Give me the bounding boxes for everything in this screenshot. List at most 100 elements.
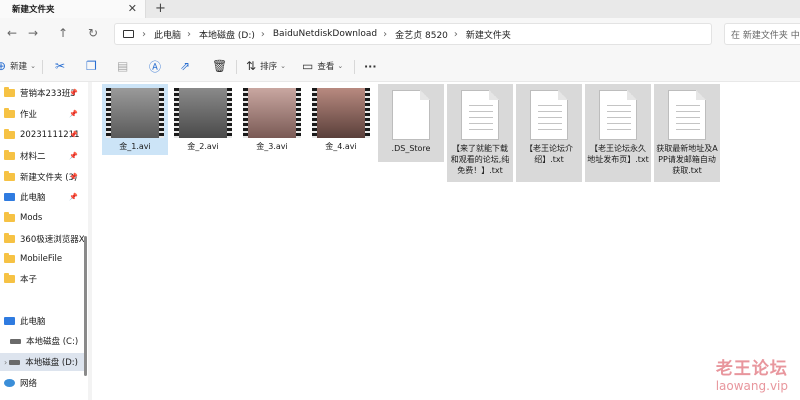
folder-icon	[4, 253, 15, 263]
monitor-icon	[4, 193, 15, 201]
trash-icon: 🗑	[212, 59, 228, 73]
monitor-icon	[123, 30, 134, 38]
search-input[interactable]: 在 新建文件夹 中	[724, 23, 800, 45]
monitor-icon	[4, 317, 15, 325]
divider	[236, 60, 237, 74]
sidebar-scrollbar[interactable]	[84, 236, 87, 376]
folder-icon	[4, 129, 15, 139]
search-placeholder: 在 新建文件夹 中	[731, 30, 800, 41]
sidebar-item-label: 此电脑	[20, 317, 46, 327]
copy-button[interactable]: ❐	[86, 57, 97, 75]
file-name: 金_4.avi	[325, 142, 357, 151]
file-item[interactable]: .DS_Store	[378, 84, 444, 162]
file-name: 【老王论坛介绍】.txt	[525, 144, 573, 164]
chevron-down-icon: ⌄	[280, 62, 286, 70]
file-name: 金_3.avi	[256, 142, 288, 151]
file-item[interactable]: 【来了就能下载和观看的论坛,纯免费！】.txt	[447, 84, 513, 182]
sidebar-item[interactable]: 此电脑	[0, 312, 84, 330]
drive-icon	[9, 359, 21, 365]
folder-icon	[4, 150, 15, 160]
breadcrumb-item[interactable]: 本地磁盘 (D:)	[199, 28, 255, 41]
sidebar-item[interactable]: 本地磁盘 (C:)	[0, 332, 84, 350]
sidebar-item[interactable]: 网络	[0, 374, 84, 392]
sidebar-item[interactable]: 360极速浏览器X	[0, 230, 84, 248]
sort-icon: ⇅	[246, 59, 257, 73]
file-item[interactable]: 金_2.avi	[170, 84, 236, 155]
file-item[interactable]: 金_4.avi	[308, 84, 374, 155]
sidebar-item-label: 本地磁盘 (C:)	[26, 337, 79, 347]
text-file-icon	[599, 90, 637, 140]
file-item[interactable]: 【老王论坛永久地址发布页】.txt	[585, 84, 651, 182]
pin-icon: 📌	[69, 131, 78, 139]
cut-button[interactable]: ✂	[55, 57, 65, 75]
address-bar[interactable]: › 此电脑 › 本地磁盘 (D:) › BaiduNetdiskDownload…	[114, 23, 712, 45]
paste-icon: ▤	[117, 59, 129, 73]
new-button[interactable]: ⊕ 新建 ⌄	[0, 57, 36, 75]
folder-icon	[4, 87, 15, 97]
sidebar-item-label: 作业	[20, 110, 38, 120]
forward-icon[interactable]: →	[25, 26, 41, 40]
drive-icon	[10, 338, 21, 344]
folder-icon	[4, 212, 15, 222]
breadcrumb-item[interactable]: 金艺贞 8520	[395, 28, 448, 41]
view-button[interactable]: ▭ 查看 ⌄	[302, 57, 343, 75]
refresh-icon[interactable]: ↻	[85, 26, 101, 40]
sidebar-item-label: 材料二	[20, 152, 46, 162]
divider	[42, 60, 43, 74]
sidebar-item-label: 本地磁盘 (D:)	[25, 358, 78, 368]
file-item[interactable]: 获取最新地址及APP请发邮箱自动获取.txt	[654, 84, 720, 182]
tab-title: 新建文件夹	[12, 5, 55, 15]
breadcrumb-item[interactable]: 新建文件夹	[466, 28, 511, 41]
up-icon[interactable]: ↑	[55, 26, 71, 40]
sort-label: 排序	[260, 62, 278, 72]
close-icon[interactable]: ✕	[128, 2, 137, 15]
pin-icon: 📌	[69, 193, 78, 201]
chevron-down-icon: ⌄	[337, 62, 344, 70]
tab-current[interactable]: 新建文件夹 ✕	[0, 0, 146, 18]
sidebar-item[interactable]: 营销本233班3 📌	[0, 84, 84, 102]
pin-icon: 📌	[69, 89, 78, 97]
video-thumbnail	[174, 88, 232, 138]
tab-bar: 新建文件夹 ✕ +	[0, 0, 800, 18]
sidebar-item-label: 此电脑	[20, 193, 46, 203]
navigation-pane: 营销本233班3 📌 作业 📌 20231111211 📌 材料二 📌 新建文件夹 (3…	[0, 82, 88, 400]
more-options-button[interactable]: ···	[364, 57, 377, 75]
share-icon: ⇗	[180, 59, 191, 73]
rename-button[interactable]: Ⓐ	[149, 57, 161, 75]
watermark: 老王论坛 laowang.vip	[716, 354, 788, 393]
file-item[interactable]: 【老王论坛介绍】.txt	[516, 84, 582, 182]
sidebar-item[interactable]: 新建文件夹 (3) 📌	[0, 168, 84, 186]
pin-icon: 📌	[69, 173, 78, 181]
sidebar-item[interactable]: 材料二 📌	[0, 147, 84, 165]
folder-icon	[4, 108, 15, 118]
breadcrumb-item[interactable]: 此电脑	[154, 28, 181, 41]
sidebar-item[interactable]: Mods	[0, 209, 84, 227]
delete-button[interactable]: 🗑	[212, 57, 227, 75]
pin-icon: 📌	[69, 152, 78, 160]
sidebar-item-label: 营销本233班3	[20, 89, 76, 99]
share-button[interactable]: ⇗	[180, 57, 190, 75]
back-icon[interactable]: ←	[4, 26, 20, 40]
sidebar-item[interactable]: 作业 📌	[0, 105, 84, 123]
sidebar-item[interactable]: 此电脑 📌	[0, 188, 84, 206]
file-item[interactable]: 金_3.avi	[239, 84, 305, 155]
sidebar-item[interactable]: 20231111211 📌	[0, 126, 84, 144]
divider	[354, 60, 355, 74]
breadcrumb-item[interactable]: BaiduNetdiskDownload	[273, 29, 377, 39]
sidebar-item-label: 360极速浏览器X	[20, 235, 84, 245]
sidebar-item[interactable]: 本子	[0, 270, 84, 288]
sidebar-item[interactable]: › 本地磁盘 (D:)	[0, 353, 84, 371]
chevron-right-icon: ›	[187, 28, 192, 40]
navigation-bar: ← → ↑ ↻ › 此电脑 › 本地磁盘 (D:) › BaiduNetdisk…	[0, 18, 800, 50]
view-icon: ▭	[302, 59, 314, 73]
folder-icon	[4, 171, 15, 181]
file-name: .DS_Store	[391, 144, 431, 153]
sidebar-item[interactable]: MobileFile	[0, 250, 84, 268]
paste-button[interactable]: ▤	[117, 57, 128, 75]
sort-button[interactable]: ⇅ 排序 ⌄	[246, 57, 286, 75]
video-thumbnail	[312, 88, 370, 138]
network-icon	[4, 379, 15, 387]
chevron-right-icon: ›	[453, 28, 458, 40]
file-item[interactable]: 金_1.avi	[102, 84, 168, 155]
new-tab-icon[interactable]: +	[155, 1, 166, 16]
